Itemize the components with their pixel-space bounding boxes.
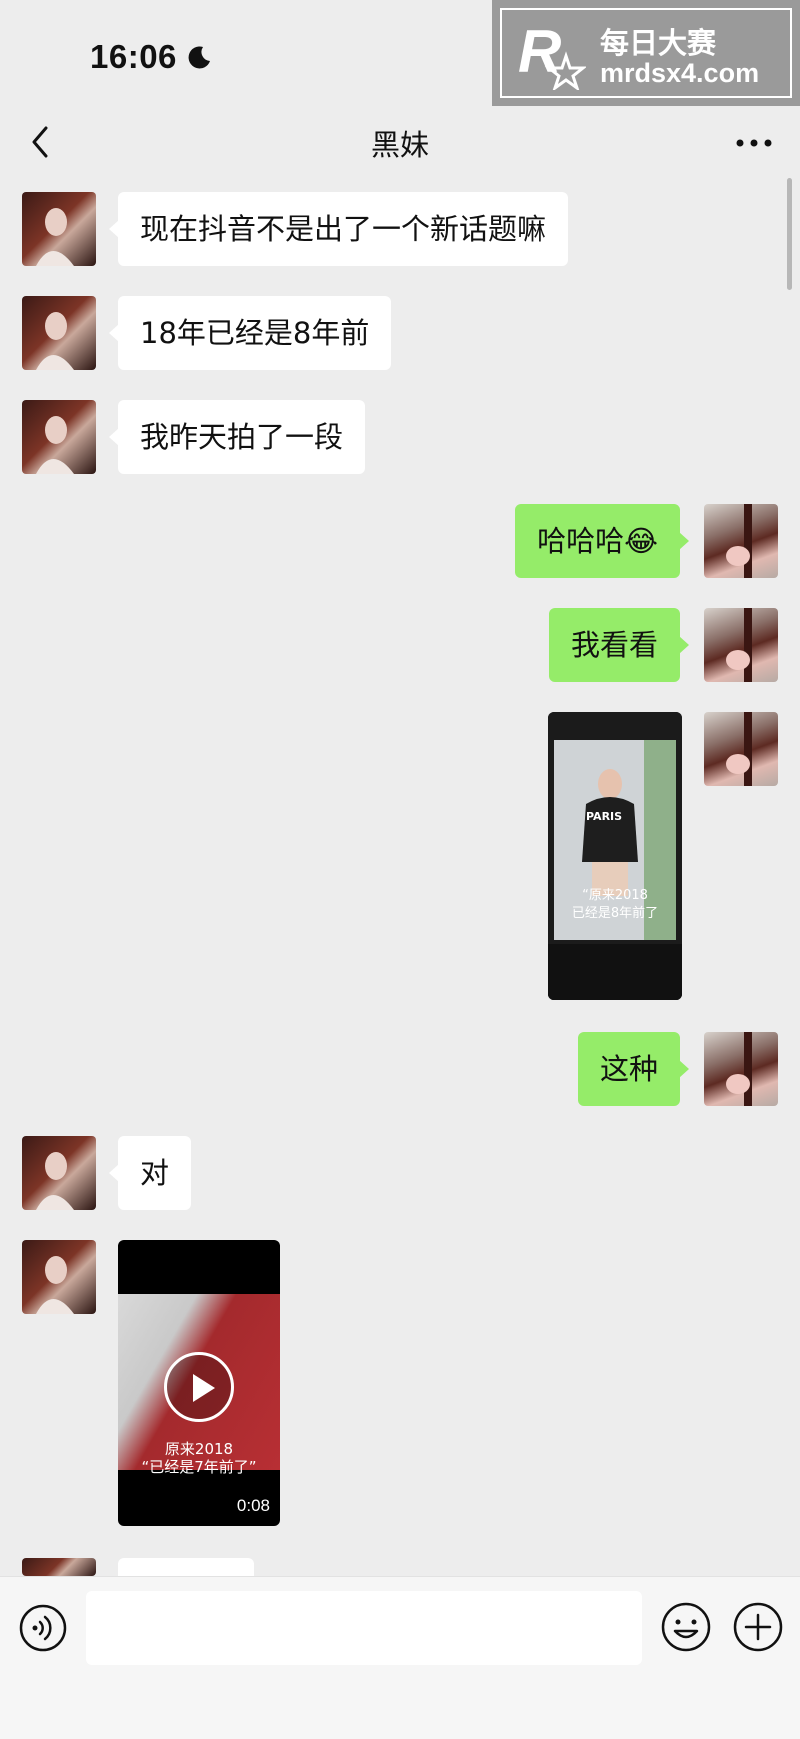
chat-title: 黑妹 xyxy=(370,128,429,162)
message-bubble-incoming[interactable]: 对 xyxy=(108,1136,192,1210)
avatar-contact[interactable] xyxy=(22,400,96,474)
avatar-contact[interactable] xyxy=(22,1240,96,1314)
avatar-self[interactable] xyxy=(704,1032,778,1106)
voice-icon[interactable] xyxy=(18,1603,68,1653)
message-bubble-outgoing[interactable]: 这种 xyxy=(577,1032,690,1106)
avatar-contact[interactable] xyxy=(22,1136,96,1210)
plus-icon[interactable] xyxy=(732,1601,784,1653)
status-time: 16:06 xyxy=(90,38,177,75)
video-duration: 0:08 xyxy=(236,1496,270,1515)
message-bubble-outgoing[interactable]: 我看看 xyxy=(548,608,690,682)
avatar-self[interactable] xyxy=(704,608,778,682)
play-icon[interactable] xyxy=(164,1352,234,1422)
message-bubble-outgoing[interactable]: 哈哈哈😂 xyxy=(515,504,689,578)
avatar-contact[interactable] xyxy=(22,1558,96,1576)
watermark-site: mrdsx4.com xyxy=(600,58,760,88)
more-icon[interactable] xyxy=(732,128,776,158)
avatar-self[interactable] xyxy=(704,504,778,578)
avatar-self[interactable] xyxy=(704,712,778,786)
message-input[interactable] xyxy=(86,1591,642,1665)
scrollbar[interactable] xyxy=(787,178,792,290)
watermark-title: 每日大赛 xyxy=(600,26,717,60)
image-shirt-text: PARIS xyxy=(586,810,623,823)
avatar-contact[interactable] xyxy=(22,192,96,266)
message-bubble-incoming[interactable]: 现在抖音不是出了一个新话题嘛 xyxy=(108,192,569,266)
moon-icon xyxy=(186,44,212,70)
image-caption-line2: 已经是8年前了 xyxy=(571,906,659,921)
avatar-contact[interactable] xyxy=(22,296,96,370)
message-bubble-incoming[interactable]: 18年已经是8年前 xyxy=(108,296,392,370)
video-caption-line2: “已经是7年前了” xyxy=(141,1458,257,1476)
svg-text:R: R xyxy=(518,18,561,85)
video-message[interactable]: 原来2018 “已经是7年前了” 0:08 xyxy=(118,1240,280,1526)
image-caption-line1: “原来2018 xyxy=(582,888,648,903)
watermark-logo: R xyxy=(516,18,588,92)
watermark: R 每日大赛 mrdsx4.com xyxy=(492,0,800,106)
input-bar xyxy=(0,1576,800,1739)
chat-header: 黑妹 xyxy=(0,110,800,178)
message-bubble-incoming[interactable]: 我昨天拍了一段 xyxy=(108,400,366,474)
emoji-icon[interactable] xyxy=(660,1601,712,1653)
message-bubble-incoming[interactable] xyxy=(118,1558,254,1576)
image-message[interactable]: PARIS “原来2018 已经是8年前了 xyxy=(548,712,682,1000)
